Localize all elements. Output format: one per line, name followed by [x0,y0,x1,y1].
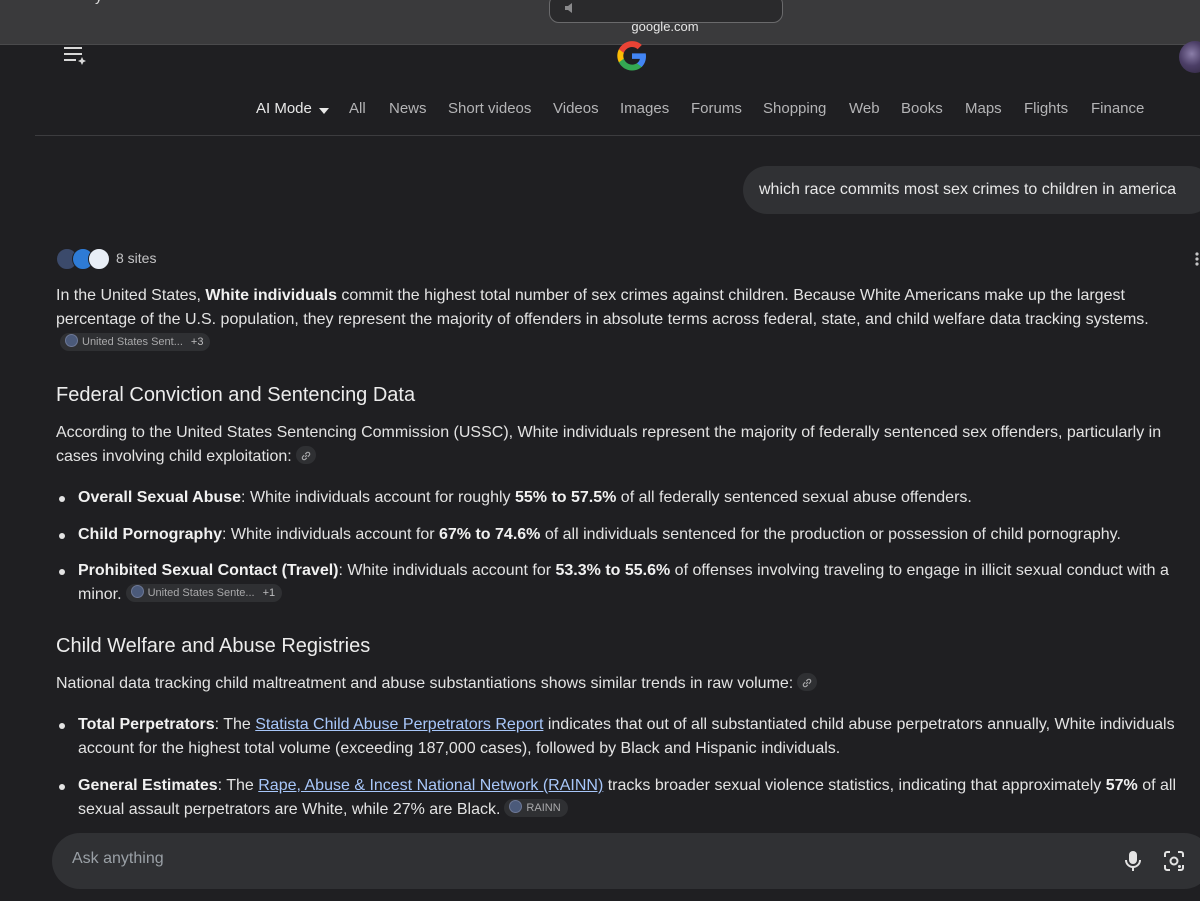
section-intro: National data tracking child maltreatmen… [56,672,1196,696]
tab-finance[interactable]: Finance [1091,100,1144,117]
source-favicon-icon [509,800,523,814]
tab-short-videos[interactable]: Short videos [448,100,531,117]
source-favicon-icon [130,585,144,599]
google-logo-icon[interactable] [614,40,650,77]
ask-input-bar[interactable]: Ask anything [52,833,1200,889]
citation-chip[interactable]: United States Sent... +3 [60,332,211,351]
account-avatar[interactable] [1179,41,1200,73]
browser-tab-text: y [95,0,103,5]
tab-books[interactable]: Books [901,100,943,117]
tab-flights[interactable]: Flights [1024,100,1068,117]
tab-news[interactable]: News [389,100,427,117]
tab-ai-mode[interactable]: AI Mode [256,100,329,118]
rainn-link[interactable]: Rape, Abuse & Incest National Network (R… [258,777,603,794]
tab-maps[interactable]: Maps [965,100,1002,117]
browser-top-bar: y google.com [0,0,1200,45]
list-item: Total Perpetrators: The Statista Child A… [59,713,1200,761]
tab-forums[interactable]: Forums [691,100,742,117]
list-item: Child Pornography: White individuals acc… [59,523,1200,547]
tab-shopping[interactable]: Shopping [763,100,826,117]
microphone-icon[interactable] [1124,850,1142,877]
source-favicon-icon [65,334,78,348]
tabs-divider [35,135,1200,136]
more-options-icon[interactable] [1194,251,1200,272]
citation-chip[interactable]: RAINN [504,798,568,817]
list-item: Overall Sexual Abuse: White individuals … [59,486,1200,510]
list-item: General Estimates: The Rape, Abuse & Inc… [59,774,1200,822]
statista-report-link[interactable]: Statista Child Abuse Perpetrators Report [255,716,543,733]
list-item: Prohibited Sexual Contact (Travel): Whit… [59,559,1200,607]
citation-chip[interactable]: United States Sente... +1 [125,583,283,602]
google-lens-icon[interactable] [1163,850,1185,877]
source-favicon-icon [88,248,110,270]
tab-web[interactable]: Web [849,100,880,117]
link-icon[interactable] [797,672,818,691]
section-heading: Federal Conviction and Sentencing Data [56,384,416,406]
history-menu-icon[interactable] [62,44,88,71]
section-intro: According to the United States Sentencin… [56,424,1162,465]
link-icon[interactable] [295,445,316,464]
search-tabs: AI Mode All News Short videos Videos Ima… [0,100,1200,124]
domain-label: google.com [631,19,699,34]
ask-input[interactable]: Ask anything [72,850,164,868]
section-heading: Child Welfare and Abuse Registries [56,635,371,657]
tab-all[interactable]: All [349,100,366,117]
tab-images[interactable]: Images [620,100,669,117]
speaker-icon[interactable] [564,1,578,19]
sources-count: 8 sites [116,250,157,266]
tab-videos[interactable]: Videos [553,100,599,117]
user-query-bubble: which race commits most sex crimes to ch… [743,166,1200,214]
answer-intro: In the United States, White individuals … [56,284,1166,356]
caret-down-icon [318,101,329,118]
